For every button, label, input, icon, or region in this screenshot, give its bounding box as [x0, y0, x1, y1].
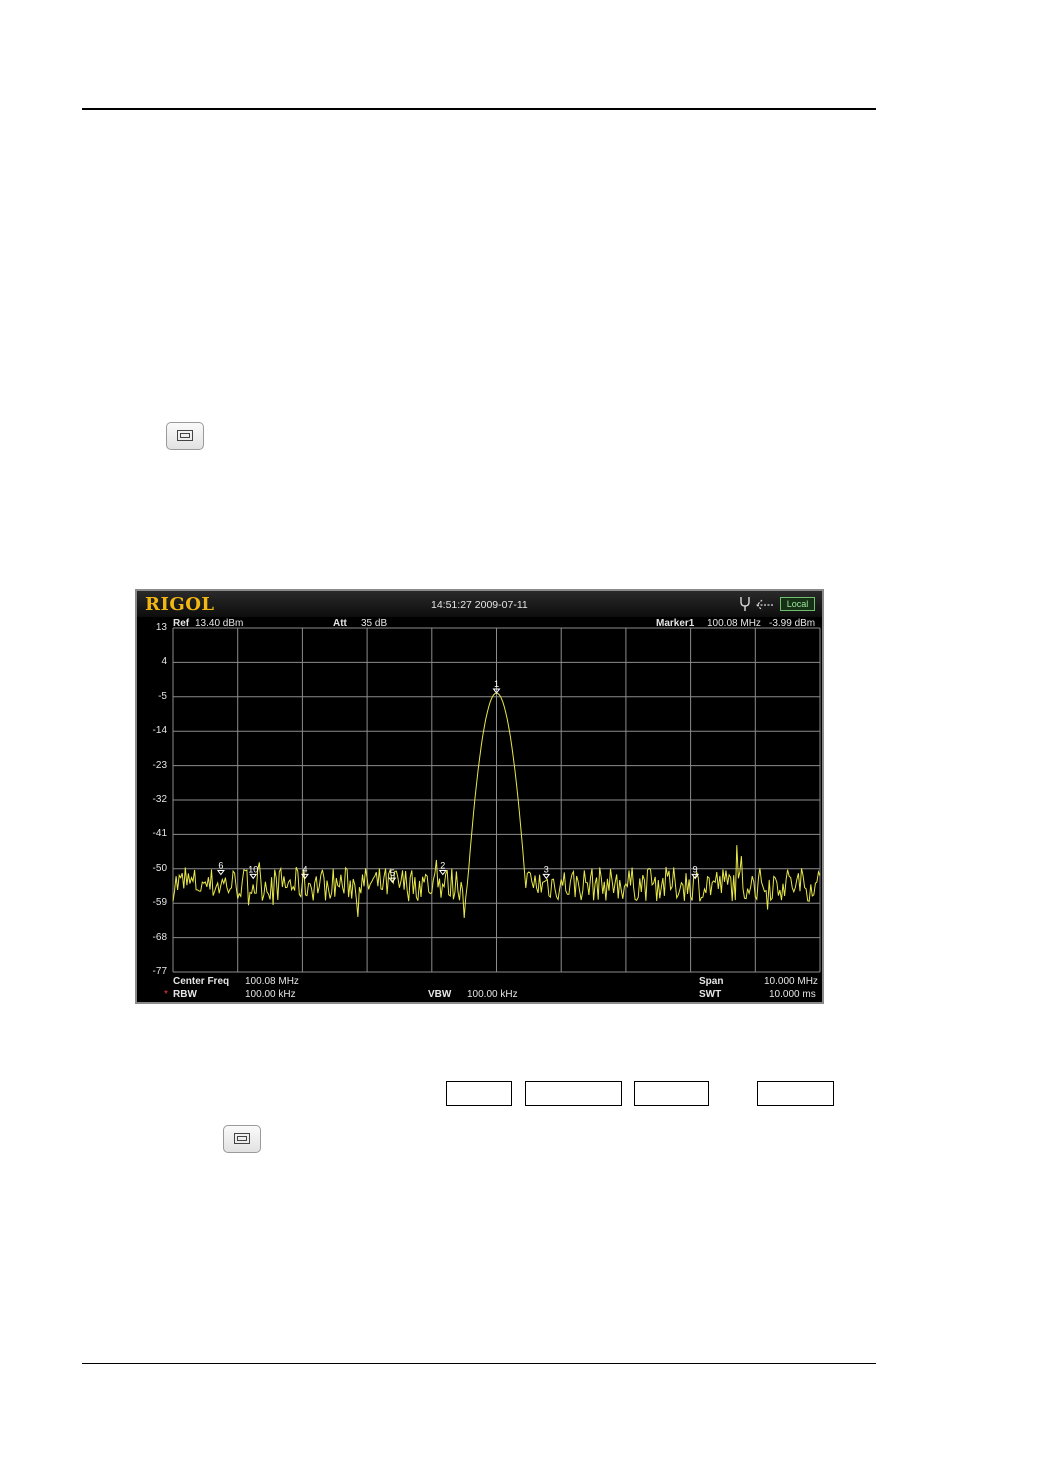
y-tick-label: -5	[158, 690, 167, 702]
y-tick-label: -23	[152, 759, 167, 771]
marker-6-symbol	[216, 870, 225, 876]
rbw-value: 100.00 kHz	[245, 989, 296, 1000]
y-tick-label: -14	[152, 725, 167, 737]
header-rule	[82, 108, 876, 110]
marker-amp: -3.99 dBm	[769, 618, 816, 629]
y-tick-label: 13	[155, 622, 167, 633]
softkey-box	[634, 1081, 709, 1106]
center-freq-value: 100.08 MHz	[245, 976, 299, 987]
footer-rule	[82, 1363, 876, 1364]
marker-4-label: 4	[302, 864, 307, 874]
spectrum-chart: 1 2 3 4 5 6 9 10	[172, 627, 821, 973]
softkey-box	[525, 1081, 622, 1106]
vbw-label: VBW	[428, 989, 452, 1000]
y-tick-label: -59	[152, 897, 167, 909]
datetime: 14:51:27 2009-07-11	[431, 599, 528, 611]
panel-key-icon	[166, 422, 204, 450]
usb-plug-icon	[740, 596, 750, 612]
att-value: 35 dB	[361, 618, 388, 629]
marker-1-label: 1	[494, 679, 499, 689]
y-tick-label: -68	[152, 931, 167, 943]
att-label: Att	[333, 618, 347, 629]
ref-value: 13.40 dBm	[195, 618, 244, 629]
span-value: 10.000 MHz	[764, 976, 818, 987]
marker-5-label: 5	[390, 868, 395, 878]
y-tick-label: 4	[161, 656, 167, 668]
y-tick-label: -50	[152, 862, 167, 874]
analyzer-screen: 1 2 3 4 5 6 9 10 RIGOL 14:51:27 2009-07-11 Loca…	[135, 589, 824, 1004]
remote-arrow-icon	[755, 598, 775, 611]
span-label: Span	[699, 976, 724, 987]
softkey-box	[757, 1081, 834, 1106]
y-tick-label: -41	[152, 828, 167, 840]
marker-10-symbol	[249, 873, 258, 880]
panel-key-icon	[223, 1125, 261, 1153]
marker-2-label: 2	[440, 861, 445, 871]
rbw-label: RBW	[173, 989, 197, 1000]
marker-3-label: 3	[544, 864, 549, 874]
center-freq-label: Center Freq	[173, 976, 230, 987]
marker-10-label: 10	[248, 864, 258, 874]
marker-6-label: 6	[218, 861, 223, 871]
rigol-logo: RIGOL	[145, 594, 215, 615]
y-tick-label: -32	[152, 794, 167, 805]
marker-freq: 100.08 MHz	[707, 618, 761, 629]
softkey-box	[446, 1081, 512, 1106]
marker-3-symbol	[542, 873, 551, 880]
vbw-value: 100.00 kHz	[467, 989, 518, 1000]
marker-label: Marker1	[656, 618, 695, 629]
marker-9-label: 9	[693, 864, 698, 874]
rbw-star: *	[164, 989, 168, 1000]
marker-9-symbol	[691, 873, 700, 880]
local-status-badge: Local	[780, 597, 815, 611]
ref-label: Ref	[173, 618, 190, 629]
swt-label: SWT	[699, 989, 722, 1000]
swt-value: 10.000 ms	[769, 989, 816, 1000]
marker-2-symbol	[438, 870, 447, 876]
y-tick-label: -77	[152, 966, 167, 977]
